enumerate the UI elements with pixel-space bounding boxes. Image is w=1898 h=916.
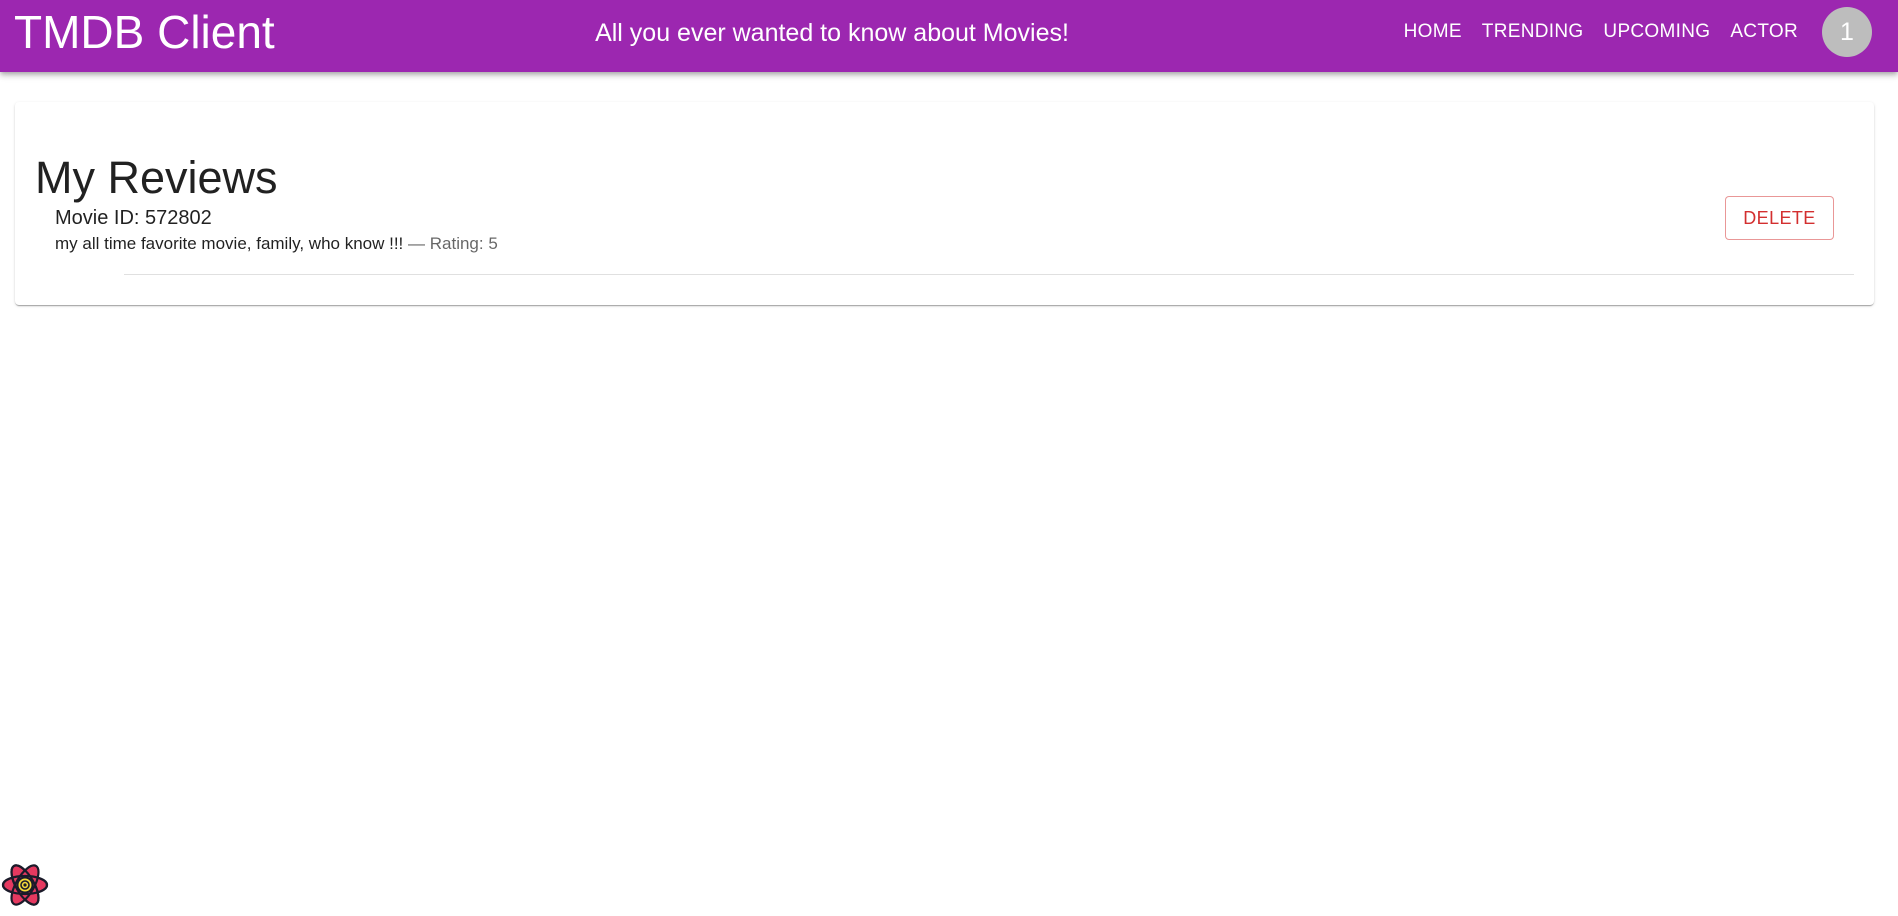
review-text: my all time favorite movie, family, who … <box>55 234 498 254</box>
nav-actor-button[interactable]: ACTOR <box>1720 13 1808 51</box>
react-devtools-icon[interactable] <box>0 860 50 910</box>
review-rating: — Rating: 5 <box>403 234 498 253</box>
nav-home-button[interactable]: HOME <box>1394 13 1472 51</box>
review-content: my all time favorite movie, family, who … <box>55 234 404 253</box>
react-logo-icon <box>1 864 49 906</box>
list-divider <box>124 274 1854 275</box>
reviews-panel: My Reviews Movie ID: 572802 my all time … <box>15 102 1874 305</box>
main-nav: HOME TRENDING UPCOMING ACTOR 1 <box>1394 0 1872 64</box>
delete-review-button[interactable]: DELETE <box>1725 196 1834 240</box>
app-bar: TMDB Client All you ever wanted to know … <box>0 0 1898 72</box>
review-list-item: Movie ID: 572802 my all time favorite mo… <box>15 188 1874 262</box>
nav-upcoming-button[interactable]: UPCOMING <box>1593 13 1720 51</box>
review-movie-id: Movie ID: 572802 <box>55 207 212 229</box>
nav-trending-button[interactable]: TRENDING <box>1472 13 1594 51</box>
user-avatar[interactable]: 1 <box>1822 7 1872 57</box>
